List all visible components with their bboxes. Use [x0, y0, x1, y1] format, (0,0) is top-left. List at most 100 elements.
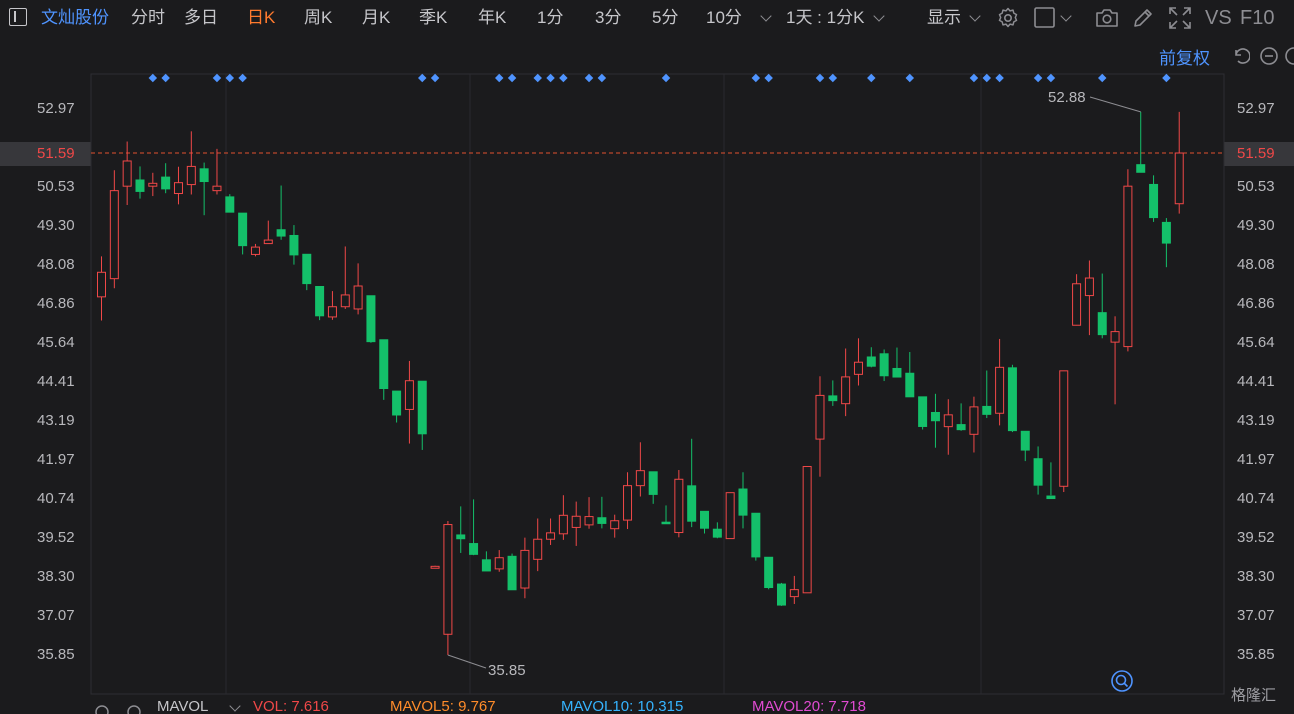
low-price-label: 35.85 — [488, 662, 526, 679]
candle-body — [764, 556, 774, 589]
candle-body — [956, 424, 966, 431]
candle-body — [340, 294, 350, 308]
event-marker — [597, 73, 607, 83]
candle-body — [392, 390, 402, 416]
event-marker — [430, 73, 440, 83]
candle-body — [481, 559, 491, 572]
event-marker — [533, 73, 542, 83]
candle-body — [905, 372, 915, 398]
candle-body — [1007, 367, 1017, 432]
candle-body — [302, 253, 312, 285]
event-marker — [764, 73, 773, 83]
event-marker — [1046, 73, 1056, 83]
candle-body — [327, 306, 337, 318]
candle-body — [969, 406, 979, 435]
search-circle-icon[interactable] — [1110, 669, 1134, 693]
candle-body — [148, 182, 158, 187]
candle-body — [597, 517, 607, 524]
candle-body — [1110, 331, 1120, 343]
candle-body — [238, 212, 248, 247]
candle-body — [841, 376, 851, 405]
indicator-chevron-icon[interactable] — [229, 700, 241, 712]
candle-body — [1097, 312, 1107, 336]
candle-body — [212, 185, 222, 192]
candle-body — [930, 411, 940, 422]
candle-body — [1161, 221, 1171, 244]
candle-body — [866, 356, 876, 367]
candle-body — [879, 353, 889, 377]
settings-small-icon[interactable] — [94, 703, 110, 714]
candle-body — [173, 182, 183, 195]
candle-body — [494, 557, 504, 570]
candle-body — [520, 549, 530, 589]
candle-body — [712, 528, 722, 538]
candle-body — [623, 485, 633, 521]
candle-body — [995, 366, 1005, 414]
candle-body — [186, 165, 196, 186]
candle-body — [315, 286, 325, 317]
candle-body — [533, 538, 543, 560]
candle-body — [674, 478, 684, 534]
candle-body — [853, 361, 863, 375]
event-marker — [815, 73, 825, 83]
candle-body — [109, 190, 119, 280]
candle-body — [558, 514, 568, 535]
candle-body — [276, 229, 286, 237]
candle-body — [635, 470, 645, 487]
candle-body — [738, 488, 748, 516]
candle-body — [802, 466, 812, 594]
event-marker — [212, 73, 222, 83]
close-indicator-icon[interactable] — [126, 703, 142, 714]
candle-body — [1033, 458, 1043, 486]
event-marker — [828, 73, 838, 83]
low-leader-line — [447, 654, 487, 669]
event-marker — [584, 73, 594, 83]
indicator-name[interactable]: MAVOL — [157, 698, 208, 714]
candle-body — [122, 160, 132, 187]
candle-body — [584, 516, 594, 526]
candle-body — [751, 512, 761, 558]
candle-body — [1046, 495, 1056, 500]
candle-body — [546, 532, 556, 540]
candle-body — [443, 524, 453, 635]
candle-body — [789, 589, 799, 598]
high-price-label: 52.88 — [1048, 89, 1086, 106]
candle-body — [1136, 164, 1146, 173]
candle-body — [135, 179, 145, 192]
candle-body — [456, 534, 466, 540]
candle-body — [828, 395, 838, 402]
event-marker — [559, 73, 568, 83]
candle-body — [687, 485, 697, 522]
event-marker — [982, 73, 992, 83]
mavol10-value: MAVOL10: 10.315 — [561, 698, 684, 714]
candle-body — [353, 285, 363, 310]
event-marker — [494, 73, 504, 83]
brand-logo: 格隆汇 — [1230, 687, 1276, 704]
event-marker — [751, 73, 761, 83]
event-marker — [546, 73, 555, 83]
vol-value: VOL: 7.616 — [253, 698, 329, 714]
candle-body — [1123, 185, 1133, 348]
event-marker — [1162, 73, 1171, 83]
event-marker — [148, 73, 158, 83]
candle-body — [661, 521, 671, 525]
candle-body — [469, 543, 479, 555]
event-marker — [661, 73, 671, 83]
event-marker — [1097, 73, 1107, 83]
event-marker — [995, 73, 1004, 83]
candle-body — [1020, 430, 1030, 451]
candle-body — [1149, 183, 1159, 219]
candle-body — [1059, 370, 1069, 487]
candle-body — [815, 394, 825, 440]
candle-body — [982, 405, 992, 415]
candle-body — [1084, 277, 1094, 297]
indicator-legend: MAVOL VOL: 7.616 MAVOL5: 9.767 MAVOL10: … — [0, 698, 1294, 714]
candle-body — [943, 414, 953, 428]
mavol20-value: MAVOL20: 7.718 — [752, 698, 866, 714]
candle-body — [404, 380, 414, 410]
event-marker — [238, 73, 247, 83]
candle-body — [366, 295, 376, 343]
candle-body — [161, 176, 171, 190]
candle-body — [225, 196, 235, 213]
candlestick-chart[interactable]: 52.88 35.85 — [0, 0, 1294, 714]
